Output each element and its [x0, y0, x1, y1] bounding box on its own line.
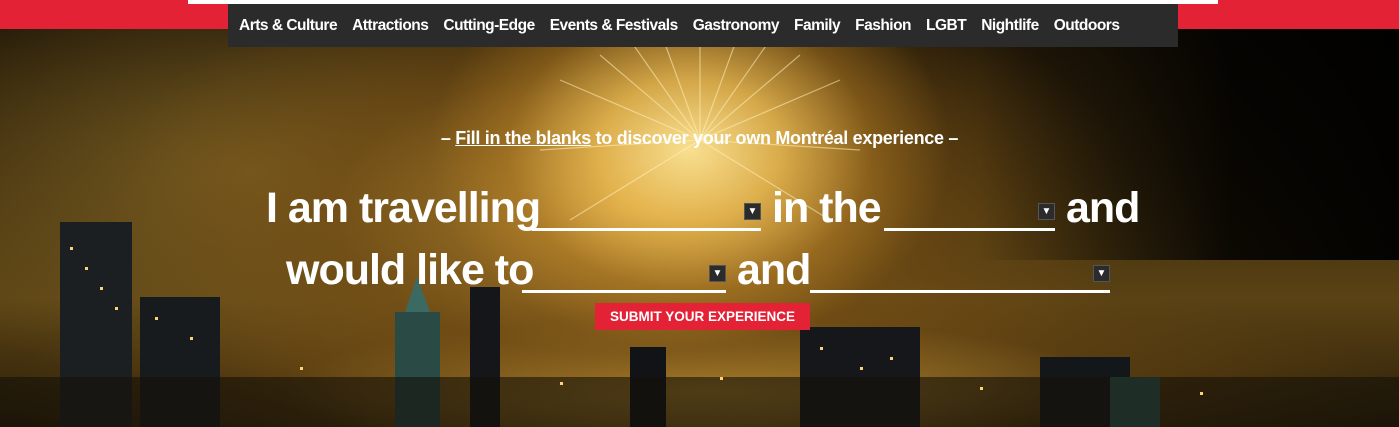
nav-outdoors[interactable]: Outdoors [1054, 17, 1120, 35]
tagline-dash-right: – [948, 128, 959, 148]
nav-events-festivals[interactable]: Events & Festivals [550, 17, 678, 35]
sentence-text-travelling: I am travelling [266, 184, 541, 232]
sentence-text-would-like-to: would like to [286, 246, 534, 294]
sentence-text-and-2: and [737, 246, 811, 294]
sentence-text-in-the: in the [772, 184, 882, 232]
nav-gastronomy[interactable]: Gastronomy [693, 17, 780, 35]
chevron-down-icon[interactable]: ▼ [744, 203, 761, 220]
interest-select[interactable] [810, 246, 1110, 293]
nav-lgbt[interactable]: LGBT [926, 17, 967, 35]
travel-type-select[interactable] [532, 184, 761, 231]
fill-blanks-link[interactable]: Fill in the blanks [455, 128, 591, 148]
nav-fashion[interactable]: Fashion [855, 17, 911, 35]
nav-family[interactable]: Family [794, 17, 841, 35]
nav-cutting-edge[interactable]: Cutting-Edge [443, 17, 535, 35]
tagline-text: to discover your own Montréal experience [595, 128, 944, 148]
submit-experience-button[interactable]: SUBMIT YOUR EXPERIENCE [595, 303, 810, 330]
chevron-down-icon[interactable]: ▼ [709, 265, 726, 282]
nav-arts-culture[interactable]: Arts & Culture [239, 17, 338, 35]
time-select[interactable] [884, 184, 1055, 231]
chevron-down-icon[interactable]: ▼ [1038, 203, 1055, 220]
nav-attractions[interactable]: Attractions [352, 17, 429, 35]
tagline-dash-left: – [440, 128, 451, 148]
nav-nightlife[interactable]: Nightlife [981, 17, 1039, 35]
chevron-down-icon[interactable]: ▼ [1093, 265, 1110, 282]
category-nav: Arts & Culture Attractions Cutting-Edge … [228, 4, 1178, 47]
sentence-text-and-1: and [1066, 184, 1140, 232]
tagline: – Fill in the blanks to discover your ow… [0, 128, 1399, 149]
activity-select[interactable] [522, 246, 726, 293]
